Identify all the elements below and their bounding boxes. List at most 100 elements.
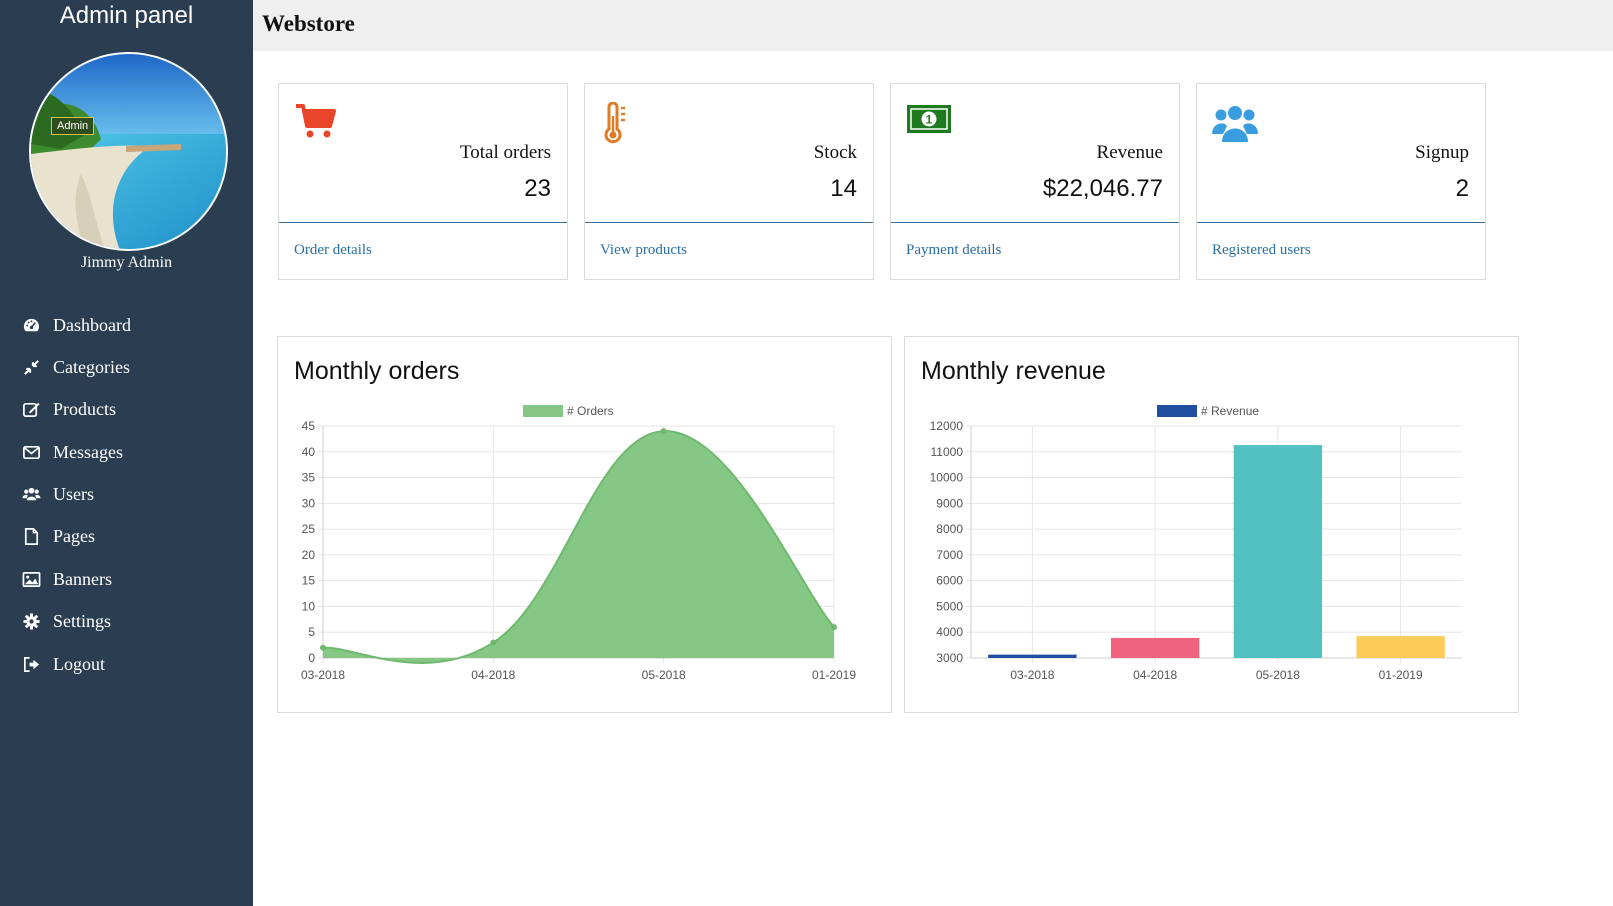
sidebar-item-label: Pages bbox=[53, 525, 95, 546]
main-content: Total orders 23 Order details Stock 14 V… bbox=[253, 51, 1613, 906]
sidebar-item-logout[interactable]: Logout bbox=[20, 649, 105, 679]
compress-icon bbox=[20, 356, 42, 378]
view-products-link[interactable]: View products bbox=[600, 242, 687, 259]
y-tick-label: 45 bbox=[302, 419, 316, 433]
admin-badge: Admin bbox=[51, 117, 95, 135]
y-tick-label: 15 bbox=[302, 574, 316, 588]
revenue-bar bbox=[1356, 636, 1445, 658]
sidebar: Admin panel Admin Jimmy Admin Dashboard … bbox=[0, 0, 253, 906]
divider bbox=[279, 222, 567, 223]
y-tick-label: 3000 bbox=[936, 651, 963, 665]
beach-photo bbox=[31, 54, 226, 249]
edit-icon bbox=[20, 398, 42, 420]
sidebar-item-messages[interactable]: Messages bbox=[20, 437, 123, 467]
card-label: Revenue bbox=[1096, 142, 1163, 163]
data-point bbox=[831, 624, 837, 631]
card-value: $22,046.77 bbox=[1042, 175, 1163, 202]
cart-icon bbox=[294, 102, 338, 146]
registered-users-link[interactable]: Registered users bbox=[1212, 242, 1311, 259]
order-details-link[interactable]: Order details bbox=[294, 242, 372, 259]
dashboard-icon bbox=[20, 314, 42, 336]
page-title: Webstore bbox=[262, 11, 355, 36]
sidebar-item-categories[interactable]: Categories bbox=[20, 352, 130, 382]
data-point bbox=[490, 639, 497, 646]
money-icon: 1 bbox=[906, 102, 951, 146]
orders-area bbox=[323, 431, 834, 663]
card-label: Stock bbox=[813, 142, 857, 163]
y-tick-label: 5000 bbox=[936, 599, 963, 613]
user-name: Jimmy Admin bbox=[80, 254, 173, 271]
stat-card-orders: Total orders 23 Order details bbox=[278, 83, 568, 280]
payment-details-link[interactable]: Payment details bbox=[906, 242, 1001, 259]
sign-out-icon bbox=[20, 653, 42, 675]
legend-label: # Revenue bbox=[1201, 404, 1259, 418]
sidebar-item-label: Dashboard bbox=[53, 314, 131, 335]
revenue-bar bbox=[1233, 445, 1323, 658]
monthly-orders-chart: 0 5 10 15 20 25 30 35 40 45 03-2018 04-2018 05-2018 0… bbox=[301, 404, 856, 682]
monthly-orders-panel: 0 5 10 15 20 25 30 35 40 45 03-2018 04-2018 05-2018 0… bbox=[277, 336, 892, 713]
sidebar-item-products[interactable]: Products bbox=[20, 394, 116, 424]
data-point bbox=[320, 644, 326, 651]
card-value: 2 bbox=[1455, 175, 1469, 202]
card-label: Signup bbox=[1415, 142, 1469, 163]
x-tick-label: 03-2018 bbox=[301, 668, 345, 682]
top-bar: Webstore bbox=[253, 0, 1613, 51]
sidebar-item-settings[interactable]: Settings bbox=[20, 606, 111, 636]
legend-label: # Orders bbox=[567, 404, 614, 418]
y-tick-label: 35 bbox=[302, 471, 316, 485]
x-tick-label: 01-2019 bbox=[1379, 668, 1423, 682]
envelope-icon bbox=[20, 441, 42, 463]
monthly-orders-title: Monthly orders bbox=[294, 357, 460, 385]
x-tick-label: 05-2018 bbox=[1256, 668, 1300, 682]
y-tick-label: 5 bbox=[308, 625, 315, 639]
data-point bbox=[660, 428, 667, 435]
x-tick-label: 04-2018 bbox=[471, 668, 515, 682]
users-icon bbox=[1212, 102, 1258, 146]
y-tick-label: 10000 bbox=[930, 471, 964, 485]
card-value: 23 bbox=[524, 175, 551, 202]
monthly-revenue-chart: 3000 4000 5000 6000 7000 8000 9000 10000 11000 12… bbox=[930, 404, 1462, 682]
revenue-bar bbox=[988, 654, 1077, 658]
x-tick-label: 01-2019 bbox=[812, 668, 856, 682]
file-icon bbox=[20, 525, 42, 547]
legend-swatch bbox=[1157, 405, 1197, 417]
avatar[interactable]: Admin bbox=[29, 52, 228, 251]
y-tick-label: 11000 bbox=[931, 445, 964, 459]
y-tick-label: 6000 bbox=[936, 574, 963, 588]
y-tick-label: 8000 bbox=[936, 522, 963, 536]
image-icon bbox=[20, 568, 42, 590]
stat-card-signup: Signup 2 Registered users bbox=[1196, 83, 1486, 280]
legend-swatch bbox=[523, 405, 563, 417]
sidebar-title: Admin panel bbox=[59, 2, 194, 29]
y-tick-label: 7000 bbox=[936, 548, 963, 562]
divider bbox=[1197, 222, 1485, 223]
y-tick-label: 0 bbox=[308, 651, 315, 665]
users-icon bbox=[20, 483, 42, 505]
x-tick-label: 04-2018 bbox=[1133, 668, 1177, 682]
x-tick-label: 05-2018 bbox=[642, 668, 686, 682]
sidebar-item-pages[interactable]: Pages bbox=[20, 521, 95, 551]
card-value: 14 bbox=[830, 175, 857, 202]
stat-card-stock: Stock 14 View products bbox=[584, 83, 874, 280]
y-tick-label: 30 bbox=[302, 496, 316, 510]
sidebar-item-dashboard[interactable]: Dashboard bbox=[20, 310, 131, 340]
y-tick-label: 9000 bbox=[936, 496, 963, 510]
sidebar-item-label: Logout bbox=[53, 653, 105, 674]
sidebar-item-label: Categories bbox=[53, 356, 130, 377]
card-label: Total orders bbox=[459, 142, 551, 163]
sidebar-item-label: Users bbox=[53, 483, 94, 504]
sidebar-item-users[interactable]: Users bbox=[20, 479, 94, 509]
revenue-bar bbox=[1110, 637, 1200, 658]
y-tick-label: 20 bbox=[302, 548, 316, 562]
sidebar-item-label: Products bbox=[53, 398, 116, 419]
sidebar-item-label: Messages bbox=[53, 441, 123, 462]
thermometer-icon bbox=[600, 101, 644, 146]
y-tick-label: 12000 bbox=[930, 419, 964, 433]
sidebar-item-banners[interactable]: Banners bbox=[20, 564, 112, 594]
y-tick-label: 10 bbox=[302, 599, 316, 613]
monthly-revenue-title: Monthly revenue bbox=[921, 357, 1106, 385]
sidebar-item-label: Banners bbox=[53, 568, 112, 589]
monthly-revenue-panel: 3000 4000 5000 6000 7000 8000 9000 10000 11000 12… bbox=[904, 336, 1519, 713]
y-tick-label: 25 bbox=[302, 522, 316, 536]
divider bbox=[891, 222, 1179, 223]
